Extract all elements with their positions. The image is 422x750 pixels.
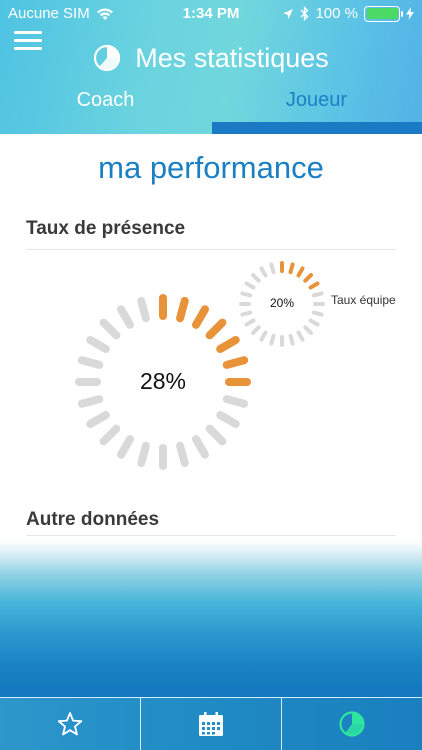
tab-statistics[interactable] (281, 698, 422, 750)
status-bar: Aucune SIM 1:34 PM 100 % (0, 0, 422, 28)
menu-line (14, 31, 42, 34)
team-gauge-segment (240, 310, 253, 317)
player-gauge-segment (216, 411, 240, 428)
player-gauge-active-segment (192, 305, 209, 329)
battery-percent: 100 % (315, 5, 358, 22)
team-gauge-segment (308, 318, 320, 327)
team-gauge-segment (296, 330, 305, 342)
presence-section-title: Taux de présence (26, 218, 186, 239)
team-gauge-segment (303, 325, 313, 335)
player-gauge-segment (86, 411, 110, 428)
charging-bolt-icon (406, 7, 414, 20)
status-right: 100 % (282, 5, 414, 22)
team-gauge-segment (269, 333, 276, 346)
location-arrow-icon (283, 8, 294, 19)
player-gauge-segment (192, 435, 209, 459)
team-gauge-segment (259, 266, 268, 278)
other-data-section-title: Autre données (26, 509, 160, 530)
bottom-gradient-area (0, 540, 422, 698)
team-gauge-segment (311, 310, 324, 317)
player-gauge-segment (137, 441, 150, 468)
player-gauge-segment (176, 441, 189, 468)
pie-chart-icon (339, 711, 365, 737)
player-presence-gauge: 28% (68, 287, 258, 477)
section-divider (26, 535, 396, 536)
player-gauge-segment (137, 296, 150, 323)
player-gauge-segment (117, 435, 134, 459)
player-gauge-segment (205, 424, 227, 446)
tab-joueur[interactable]: Joueur (211, 89, 422, 112)
battery-icon (364, 5, 403, 22)
team-rate-value: 20% (269, 296, 295, 310)
tab-coach[interactable]: Coach (0, 89, 211, 112)
star-icon (57, 712, 83, 736)
player-gauge-active-segment (216, 336, 240, 353)
title-row: Mes statistiques (0, 40, 422, 76)
team-gauge-segment (259, 330, 268, 342)
player-gauge-segment (77, 395, 104, 408)
player-gauge-active-segment (176, 296, 189, 323)
team-gauge-segment (269, 262, 276, 275)
team-gauge-active-segment (303, 273, 313, 283)
bottom-tab-bar (0, 697, 422, 750)
section-divider (26, 249, 396, 250)
team-gauge-segment (288, 333, 295, 346)
player-rate-value: 28% (139, 368, 187, 394)
calendar-icon (199, 712, 223, 736)
player-gauge-segment (99, 318, 121, 340)
team-gauge-active-segment (308, 281, 320, 290)
team-rate-caption: Taux équipe (331, 293, 396, 307)
pie-chart-icon (94, 44, 121, 72)
performance-title: ma performance (98, 150, 324, 185)
team-gauge-segment (251, 325, 261, 335)
player-gauge-active-segment (222, 356, 249, 369)
player-gauge-segment (99, 424, 121, 446)
team-gauge-active-segment (288, 262, 295, 275)
team-gauge-segment (244, 281, 256, 290)
player-gauge-segment (117, 305, 134, 329)
team-gauge-segment (251, 273, 261, 283)
page-title: Mes statistiques (135, 42, 329, 73)
bluetooth-icon (300, 6, 309, 21)
team-presence-gauge: 20% (236, 258, 328, 350)
active-tab-indicator (212, 122, 422, 134)
team-gauge-active-segment (296, 266, 305, 278)
player-gauge-active-segment (205, 318, 227, 340)
player-gauge-segment (77, 356, 104, 369)
team-gauge-segment (244, 318, 256, 327)
header: Aucune SIM 1:34 PM 100 % Mes statistique… (0, 0, 422, 134)
tab-favorites[interactable] (0, 698, 140, 750)
player-gauge-segment (86, 336, 110, 353)
tab-calendar[interactable] (140, 698, 281, 750)
player-gauge-segment (222, 395, 249, 408)
